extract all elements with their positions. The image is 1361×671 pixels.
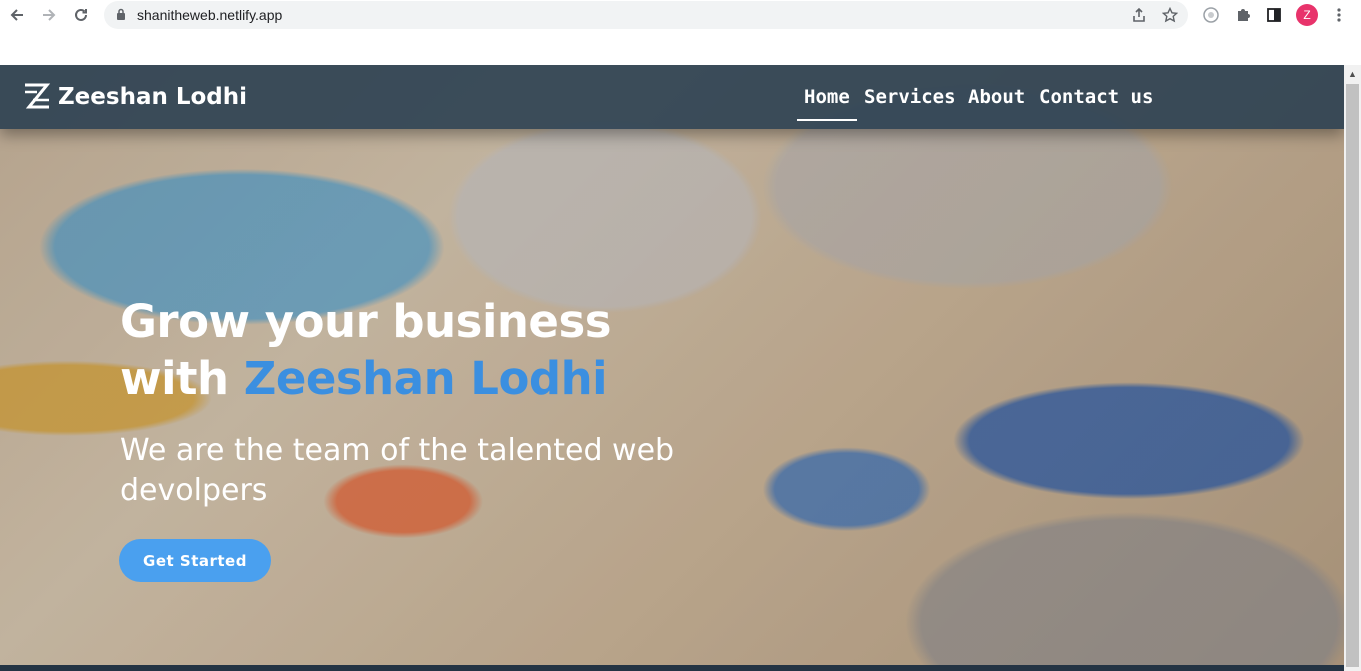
share-icon[interactable]	[1130, 6, 1148, 24]
address-bar[interactable]: shanitheweb.netlify.app	[104, 1, 1188, 29]
brand-logo-icon[interactable]	[23, 82, 51, 112]
hero-subtitle: We are the team of the talented web devo…	[120, 433, 675, 508]
hero-heading: Grow your business with Zeeshan Lodhi	[120, 293, 612, 407]
get-started-button[interactable]: Get Started	[119, 539, 271, 582]
extension-circle-icon[interactable]	[1201, 5, 1221, 25]
hero-heading-line2: with Zeeshan Lodhi	[120, 350, 611, 407]
hero-heading-brand: Zeeshan Lodhi	[243, 352, 608, 405]
scrollbar-thumb[interactable]	[1346, 84, 1359, 667]
site-navbar: Zeeshan Lodhi Home Services About Contac…	[0, 65, 1344, 129]
nav-contact-link[interactable]: Contact us	[1039, 86, 1153, 108]
hero-heading-with: with	[120, 352, 229, 405]
bookmark-star-icon[interactable]	[1161, 6, 1179, 24]
scroll-up-arrow-icon[interactable]: ▲	[1344, 65, 1361, 82]
hero-heading-line1: Grow your business	[120, 295, 612, 348]
browser-toolbar: shanitheweb.netlify.app Z	[0, 0, 1361, 30]
side-panel-icon[interactable]	[1264, 5, 1284, 25]
back-arrow-icon[interactable]	[6, 4, 28, 26]
nav-services-link[interactable]: Services	[864, 86, 956, 108]
lock-icon[interactable]	[116, 8, 126, 21]
puzzle-icon[interactable]	[1233, 5, 1253, 25]
active-nav-indicator	[797, 119, 857, 121]
url-text[interactable]: shanitheweb.netlify.app	[137, 7, 282, 23]
kebab-menu-icon[interactable]	[1329, 5, 1349, 25]
brand-name[interactable]: Zeeshan Lodhi	[58, 84, 247, 110]
forward-arrow-icon[interactable]	[38, 4, 60, 26]
reload-icon[interactable]	[70, 4, 92, 26]
section-divider	[0, 665, 1344, 671]
page-scrollbar[interactable]: ▲	[1344, 65, 1361, 671]
hero-section: Zeeshan Lodhi Home Services About Contac…	[0, 65, 1344, 671]
profile-avatar[interactable]: Z	[1296, 4, 1318, 26]
nav-home-link[interactable]: Home	[804, 86, 850, 108]
nav-about-link[interactable]: About	[968, 86, 1025, 108]
